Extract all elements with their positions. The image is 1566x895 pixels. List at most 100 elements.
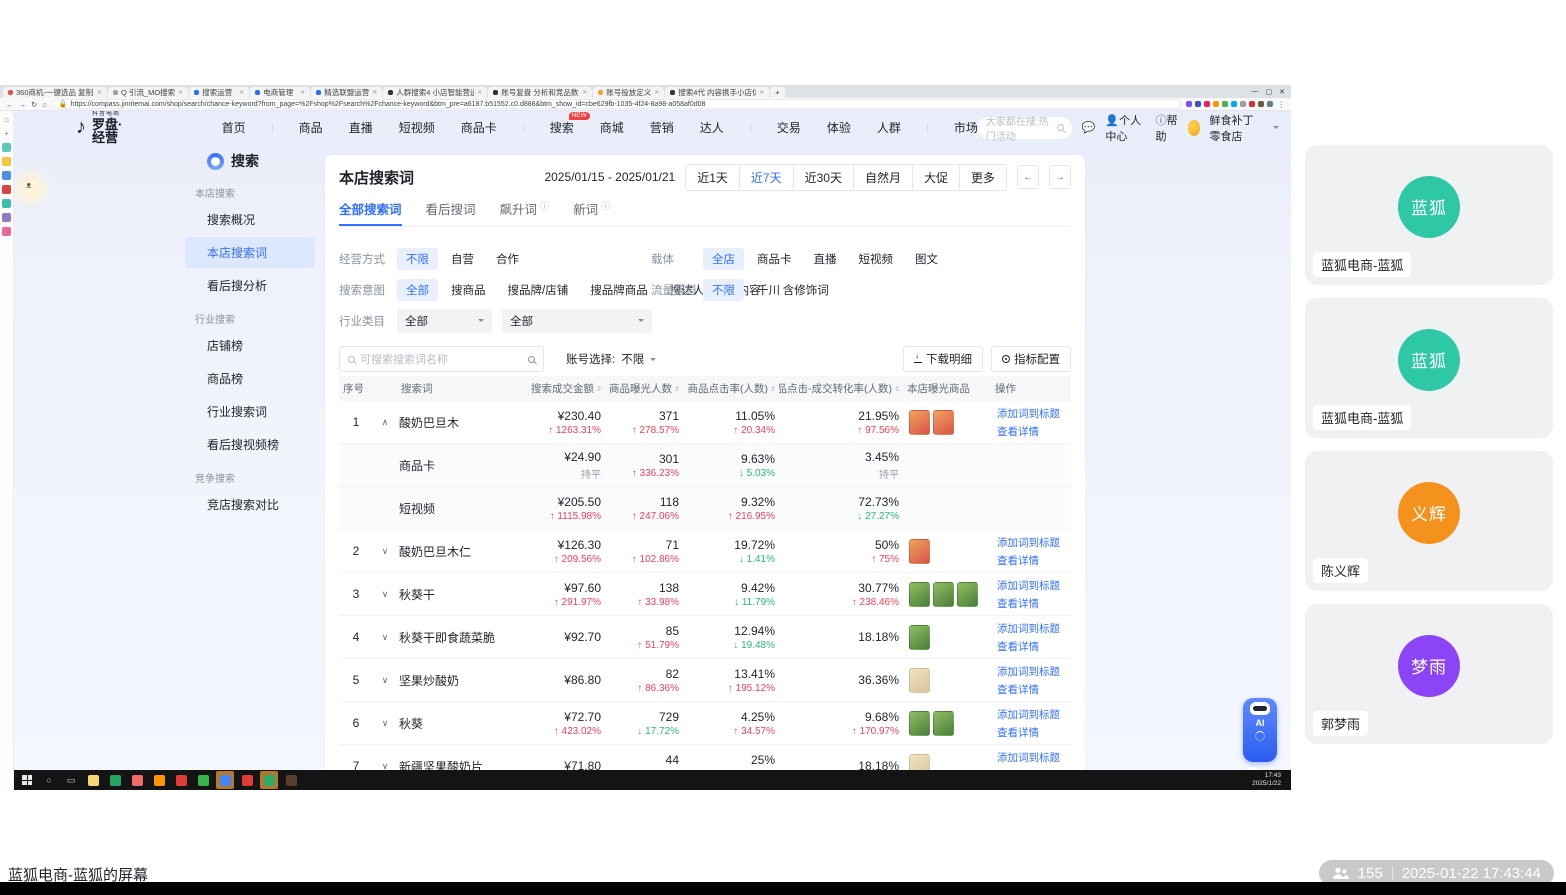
sort-icon[interactable] <box>771 384 775 393</box>
filter-chip[interactable]: 商品卡 <box>748 248 801 270</box>
sidebar-item[interactable]: 看后搜分析 <box>185 270 315 301</box>
extension-icon[interactable] <box>1203 101 1210 107</box>
product-thumbnail[interactable] <box>909 667 930 693</box>
prev-arrow-button[interactable]: ← <box>1017 165 1039 189</box>
taskbar-button-start[interactable] <box>18 771 36 789</box>
forward-icon[interactable]: → <box>19 100 27 109</box>
panel-tab[interactable]: 全部搜索词 <box>339 199 402 226</box>
extension-icon[interactable] <box>1194 101 1201 107</box>
browser-tab[interactable]: 搜索4代 内容携手小店优化✕ <box>665 87 770 98</box>
browser-tab[interactable]: 搜索运营 ✕ <box>189 87 250 98</box>
expand-toggle[interactable]: ∨ <box>373 718 397 729</box>
expand-toggle[interactable]: ∨ <box>373 546 397 557</box>
sort-icon[interactable] <box>597 384 601 393</box>
tab-close-icon[interactable]: ✕ <box>300 89 305 96</box>
menu-icon[interactable]: ⋮ <box>1278 100 1286 109</box>
panel-tab[interactable]: 飙升词 ⓘ <box>500 199 550 226</box>
filter-chip[interactable]: 短视频 <box>850 248 903 270</box>
add-word-to-title-link[interactable]: 添加词到标题 <box>997 406 1071 421</box>
tab-close-icon[interactable]: ✕ <box>178 89 183 96</box>
nav-item-搜索[interactable]: 搜索 NEW <box>550 112 590 136</box>
sidebar-item[interactable]: 搜索概况 <box>185 204 315 235</box>
nav-item-交易[interactable]: 交易 <box>777 119 801 136</box>
product-thumbnail[interactable] <box>909 538 930 564</box>
sidebar-item[interactable]: 店铺榜 <box>185 330 315 361</box>
nav-item-商品卡[interactable]: 商品卡 <box>461 119 497 136</box>
tab-close-icon[interactable]: ✕ <box>372 89 377 96</box>
sidebar-item[interactable]: 本店搜索词 <box>185 237 315 268</box>
product-thumbnail[interactable] <box>933 409 954 435</box>
sidebar-item[interactable]: 商品榜 <box>185 363 315 394</box>
sidebar-app-icon[interactable] <box>2 213 11 222</box>
expand-toggle[interactable]: ∧ <box>373 417 397 428</box>
window-control[interactable]: ✕ <box>1279 88 1285 96</box>
extension-icon[interactable] <box>1185 101 1192 107</box>
product-thumbnail[interactable] <box>909 409 930 435</box>
window-controls[interactable]: — ▢ ✕ <box>1252 88 1292 96</box>
product-thumbnail[interactable] <box>933 710 954 736</box>
sidebar-app-icon[interactable] <box>2 143 11 152</box>
filter-chip[interactable]: 搜商品 <box>442 279 495 301</box>
participant-tile[interactable]: 蓝狐 蓝狐电商-蓝狐 <box>1305 298 1553 438</box>
browser-tab[interactable]: 账号投放定义 ✕ <box>593 87 665 98</box>
sidebar-item[interactable]: 行业搜索词 <box>185 396 315 427</box>
expand-toggle[interactable]: ∨ <box>373 632 397 643</box>
expand-toggle[interactable]: ∨ <box>373 589 397 600</box>
message-icon[interactable]: 💬 <box>1082 121 1096 134</box>
metric-config-button[interactable]: 指标配置 <box>991 346 1071 372</box>
tab-close-icon[interactable]: ✕ <box>239 89 244 96</box>
browser-tab[interactable]: 精选联盟运营 ✕ <box>311 87 383 98</box>
column-header[interactable]: 商品点击-成交转化率(人数) <box>779 381 903 396</box>
range-button-近30天[interactable]: 近30天 <box>792 164 853 190</box>
add-word-to-title-link[interactable]: 添加词到标题 <box>997 621 1071 636</box>
expand-toggle[interactable]: ∨ <box>373 675 397 686</box>
column-header[interactable]: 商品点击率(人数) <box>683 381 779 396</box>
next-arrow-button[interactable]: → <box>1049 165 1071 189</box>
filter-chip[interactable]: 全部 <box>397 278 438 301</box>
nav-item-市场[interactable]: 市场 <box>954 119 978 136</box>
extension-icon[interactable] <box>1239 101 1246 107</box>
help-link[interactable]: ⓘ帮助 <box>1155 112 1178 144</box>
app-logo[interactable]: ♪ 抖音电商 罗盘·经营 <box>76 111 132 144</box>
download-detail-button[interactable]: 下载明细 <box>903 346 983 372</box>
add-word-to-title-link[interactable]: 添加词到标题 <box>997 578 1071 593</box>
view-detail-link[interactable]: 查看详情 <box>997 639 1071 654</box>
tab-close-icon[interactable]: ✕ <box>654 89 659 96</box>
sidebar-app-icon[interactable] <box>2 185 11 194</box>
panel-tab[interactable]: 新词 ⓘ <box>573 199 610 226</box>
filter-chip[interactable]: 图文 <box>906 248 947 270</box>
window-control[interactable]: — <box>1252 88 1259 96</box>
sidebar-app-icon[interactable] <box>2 171 11 180</box>
column-header[interactable]: 商品曝光人数 <box>605 381 683 396</box>
taskbar-clock[interactable]: 17:43 2025/1/22 <box>1252 772 1287 789</box>
ai-assistant-widget[interactable]: AI <box>1243 698 1277 762</box>
shop-name[interactable]: 鲜食补丁零食店 <box>1210 112 1264 144</box>
taskbar-button-firefox[interactable] <box>150 771 168 789</box>
product-thumbnail[interactable] <box>909 710 930 736</box>
category-select[interactable]: 全部 <box>502 308 652 333</box>
extension-icon[interactable] <box>1221 101 1228 107</box>
date-range[interactable]: 2025/01/15 - 2025/01/21 <box>544 170 675 184</box>
nav-item-直播[interactable]: 直播 <box>349 119 373 136</box>
browser-tab[interactable]: 360商机-一键选品 复制出来✕ <box>3 87 107 98</box>
home-small-icon[interactable]: ⌂ <box>4 115 9 124</box>
extension-icon[interactable] <box>1230 101 1237 107</box>
product-thumbnail[interactable] <box>957 581 978 607</box>
sidebar-app-icon[interactable] <box>2 157 11 166</box>
add-word-to-title-link[interactable]: 添加词到标题 <box>997 535 1071 550</box>
sort-icon[interactable] <box>895 384 899 393</box>
product-thumbnail[interactable] <box>909 624 930 650</box>
account-select[interactable]: 账号选择: 不限 <box>566 351 657 367</box>
range-button-近1天[interactable]: 近1天 <box>686 164 739 190</box>
extension-icon[interactable] <box>1257 101 1264 107</box>
sort-icon[interactable] <box>675 384 679 393</box>
participant-tile[interactable]: 梦雨 郭梦雨 <box>1305 604 1553 744</box>
view-detail-link[interactable]: 查看详情 <box>997 424 1071 439</box>
nav-item-达人[interactable]: 达人 <box>700 119 724 136</box>
view-detail-link[interactable]: 查看详情 <box>997 553 1071 568</box>
browser-tab[interactable]: 人群搜索4 小店智能营运 ✕ <box>383 87 488 98</box>
sidebar-item[interactable]: 看后搜视频榜 <box>185 429 315 460</box>
nav-item-体验[interactable]: 体验 <box>827 119 851 136</box>
sidebar-app-icon[interactable] <box>2 227 11 236</box>
shop-avatar[interactable] <box>1188 119 1200 136</box>
